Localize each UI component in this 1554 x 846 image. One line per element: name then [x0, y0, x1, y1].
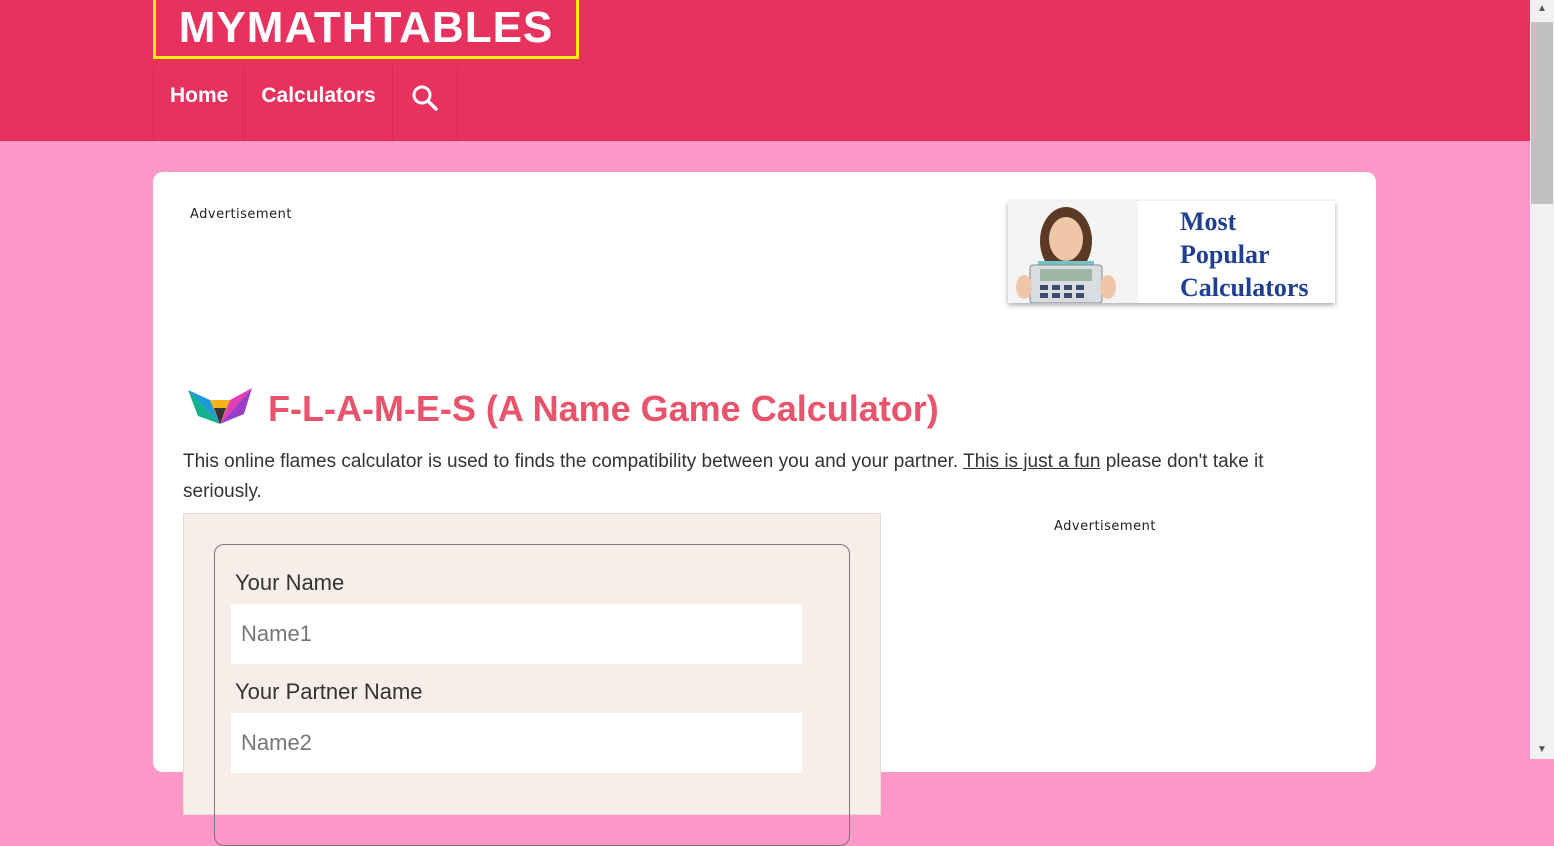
nav-calculators[interactable]: Calculators: [244, 66, 391, 141]
page-title: F-L-A-M-E-S (A Name Game Calculator): [268, 388, 939, 429]
flames-form-panel: Your Name Your Partner Name: [183, 513, 881, 846]
partner-name-input[interactable]: [231, 713, 802, 773]
ad-label-side: Advertisement: [1054, 519, 1156, 534]
scrollbar-thumb[interactable]: [1531, 22, 1553, 204]
fun-disclaimer-link[interactable]: This is just a fun: [963, 451, 1100, 472]
promo-line: Calculators: [1180, 273, 1309, 302]
main-nav: Home Calculators: [153, 66, 458, 141]
partner-name-label: Your Partner Name: [235, 679, 423, 704]
scroll-up-icon[interactable]: ▲: [1530, 0, 1554, 18]
page-scrollbar[interactable]: ▲ ▼: [1530, 0, 1554, 759]
title-row: F-L-A-M-E-S (A Name Game Calculator): [188, 380, 939, 430]
your-name-input[interactable]: [231, 604, 802, 664]
intro-text-start: This online flames calculator is used to…: [183, 451, 964, 472]
site-header: MYMATHTABLES Home Calculators: [0, 0, 1530, 141]
popular-calculators-banner[interactable]: Most Popular Calculators: [1008, 201, 1335, 303]
content-card: Advertisement Most Popular Calculators F…: [153, 172, 1376, 846]
promo-text: Most Popular Calculators: [1180, 205, 1309, 303]
ad-label-top: Advertisement: [190, 207, 292, 222]
search-icon: [412, 85, 438, 111]
promo-line: Most: [1180, 207, 1237, 236]
your-name-label: Your Name: [235, 570, 345, 595]
names-fieldset: Your Name Your Partner Name: [214, 544, 850, 846]
intro-text: This online flames calculator is used to…: [183, 447, 1333, 507]
site-logo[interactable]: MYMATHTABLES: [153, 0, 579, 59]
woman-calculator-image: [1008, 201, 1138, 303]
promo-line: Popular: [1180, 240, 1270, 269]
nav-search-button[interactable]: [391, 66, 458, 141]
colorful-wings-icon: [188, 388, 252, 424]
scroll-down-icon[interactable]: ▼: [1530, 741, 1554, 759]
nav-home[interactable]: Home: [153, 66, 244, 141]
